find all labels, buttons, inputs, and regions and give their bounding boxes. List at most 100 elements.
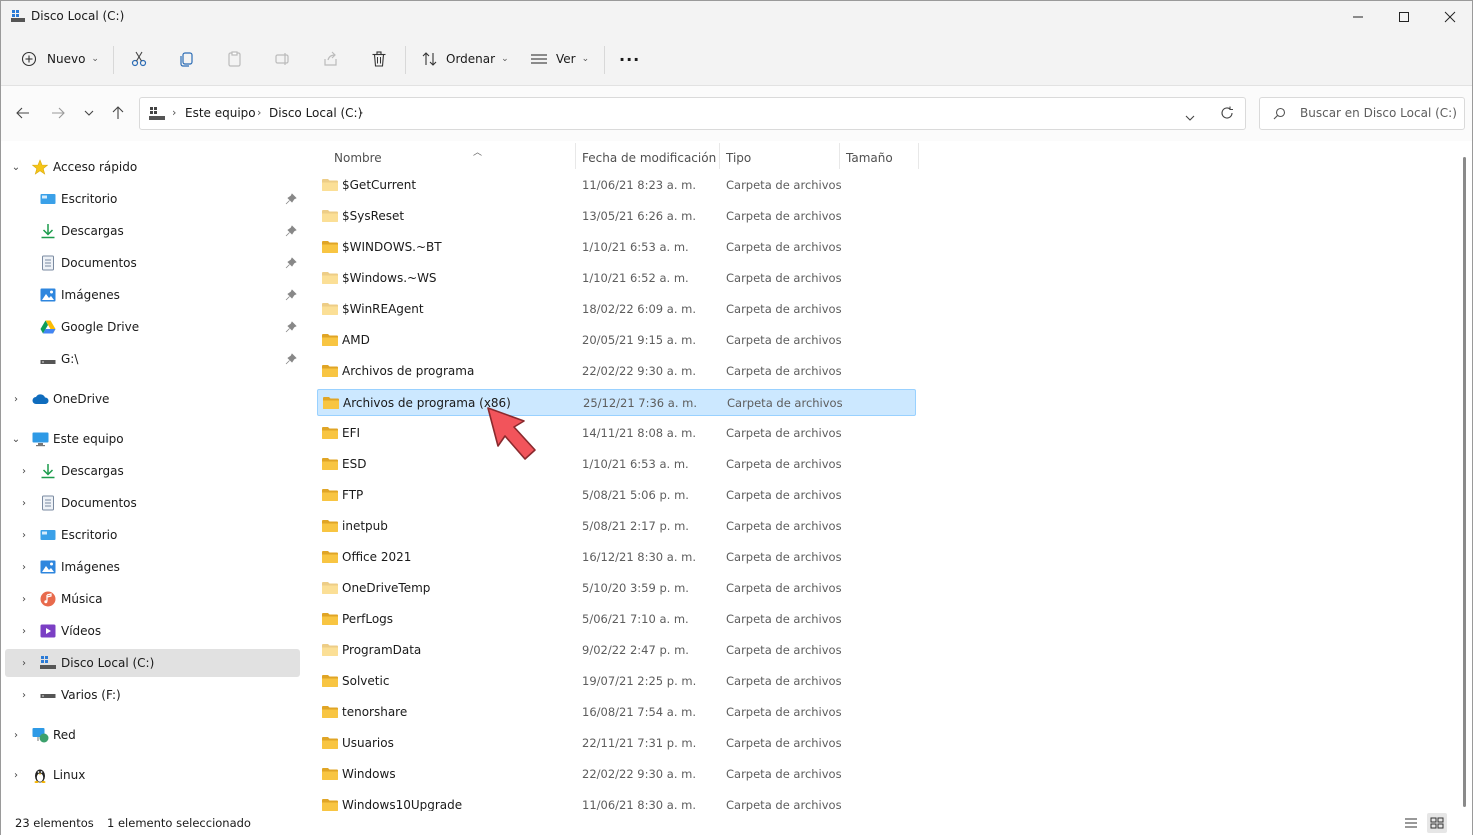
column-divider[interactable] — [918, 143, 919, 169]
table-row[interactable]: inetpub 5/08/21 2:17 p. m. Carpeta de arch… — [317, 513, 916, 540]
details-view-button[interactable] — [1401, 813, 1421, 833]
sidebar-item-drive-f[interactable]: › Varios (F:) — [5, 681, 300, 709]
column-divider[interactable] — [575, 143, 576, 169]
sidebar-item-linux[interactable]: › Linux — [5, 761, 300, 789]
back-button[interactable] — [12, 102, 34, 124]
vertical-scrollbar[interactable] — [1460, 141, 1472, 811]
table-row[interactable]: Solvetic 19/07/21 2:25 p. m. Carpeta de ar… — [317, 668, 916, 695]
rename-button[interactable] — [274, 43, 292, 75]
sidebar-item-local-disk-c[interactable]: › Disco Local (C:) — [5, 649, 300, 677]
file-name: tenorshare — [342, 705, 408, 719]
search-input[interactable]: Buscar en Disco Local (C:) — [1300, 106, 1457, 120]
column-divider[interactable] — [839, 143, 840, 169]
chevron-right-icon[interactable]: › — [19, 530, 29, 541]
chevron-right-icon[interactable]: › — [11, 394, 21, 405]
table-row[interactable]: ProgramData 9/02/22 2:47 p. m. Carpeta de … — [317, 637, 916, 664]
file-type: Carpeta de archivos — [726, 364, 842, 378]
file-date: 1/10/21 6:52 a. m. — [582, 271, 689, 285]
chevron-right-icon[interactable]: › — [19, 658, 29, 669]
table-row[interactable]: PerfLogs 5/06/21 7:10 a. m. Carpeta de arc… — [317, 606, 916, 633]
recent-locations-button[interactable] — [78, 102, 100, 124]
sidebar-item-downloads[interactable]: Descargas — [5, 217, 300, 245]
chevron-down-icon[interactable]: ⌄ — [11, 162, 21, 173]
sidebar-item-drive-g[interactable]: G:\ — [5, 345, 300, 373]
sidebar-item-pc-desktop[interactable]: › Escritorio — [5, 521, 300, 549]
sidebar-item-onedrive[interactable]: › OneDrive — [5, 385, 300, 413]
column-header-size[interactable]: Tamaño — [846, 147, 893, 169]
column-header-name[interactable]: Nombre ︿ — [334, 147, 482, 169]
forward-button[interactable] — [47, 102, 69, 124]
share-icon — [324, 51, 337, 66]
chevron-right-icon[interactable]: › — [19, 690, 29, 701]
file-name: PerfLogs — [342, 612, 394, 626]
item-count: 23 elementos — [15, 816, 94, 830]
table-row[interactable]: Archivos de programa 22/02/22 9:30 a. m. C… — [317, 358, 916, 385]
sidebar-item-pc-pictures[interactable]: › Imágenes — [5, 553, 300, 581]
table-row[interactable]: EFI 14/11/21 8:08 a. m. Carpeta de archivo… — [317, 420, 916, 447]
cut-button[interactable] — [130, 43, 148, 75]
sidebar-item-pc-downloads[interactable]: › Descargas — [5, 457, 300, 485]
chevron-right-icon[interactable]: › — [11, 730, 21, 741]
column-divider[interactable] — [719, 143, 720, 169]
sidebar-item-pc-videos[interactable]: › Vídeos — [5, 617, 300, 645]
table-row[interactable]: Archivos de programa (x86) 25/12/21 7:36 … — [317, 389, 916, 416]
file-date: 25/12/21 7:36 a. m. — [583, 396, 698, 410]
column-header-date[interactable]: Fecha de modificación — [582, 147, 716, 169]
table-row[interactable]: AMD 20/05/21 9:15 a. m. Carpeta de archivo… — [317, 327, 916, 354]
breadcrumb-this-pc[interactable]: Este equipo — [185, 106, 256, 120]
more-options-button[interactable]: ··· — [619, 43, 640, 75]
sort-button[interactable]: Ordenar ⌄ — [421, 43, 509, 75]
sidebar-item-google-drive[interactable]: Google Drive — [5, 313, 300, 341]
sidebar-item-pc-music[interactable]: › Música — [5, 585, 300, 613]
copy-button[interactable] — [178, 43, 196, 75]
table-row[interactable]: $WinREAgent 18/02/22 6:09 a. m. Carpeta de… — [317, 296, 916, 323]
address-bar[interactable]: › Este equipo › Disco Local (C:) › — [139, 97, 1246, 130]
maximize-button[interactable] — [1381, 1, 1427, 33]
refresh-button[interactable] — [1220, 106, 1234, 123]
table-row[interactable]: Office 2021 16/12/21 8:30 a. m. Carpeta de… — [317, 544, 916, 571]
table-row[interactable]: ESD 1/10/21 6:53 a. m. Carpeta de archivos — [317, 451, 916, 478]
pictures-icon — [40, 287, 56, 303]
table-row[interactable]: $SysReset 13/05/21 6:26 a. m. Carpeta de a… — [317, 203, 916, 230]
view-button[interactable]: Ver ⌄ — [530, 43, 589, 75]
column-header-type[interactable]: Tipo — [726, 147, 751, 169]
table-row[interactable]: $GetCurrent 11/06/21 8:23 a. m. Carpeta de… — [317, 172, 916, 199]
folder-icon — [321, 209, 339, 223]
share-button[interactable] — [322, 43, 340, 75]
table-row[interactable]: Usuarios 22/11/21 7:31 p. m. Carpeta de ar… — [317, 730, 916, 757]
delete-button[interactable] — [370, 43, 388, 75]
sidebar-item-pictures[interactable]: Imágenes — [5, 281, 300, 309]
table-row[interactable]: $Windows.~WS 1/10/21 6:52 a. m. Carpeta de… — [317, 265, 916, 292]
table-row[interactable]: FTP 5/08/21 5:06 p. m. Carpeta de archivos — [317, 482, 916, 509]
file-name: OneDriveTemp — [342, 581, 431, 595]
large-icons-view-button[interactable] — [1427, 813, 1447, 833]
up-button[interactable] — [107, 102, 129, 124]
table-row[interactable]: $WINDOWS.~BT 1/10/21 6:53 a. m. Carpeta de… — [317, 234, 916, 261]
breadcrumb-local-disk[interactable]: Disco Local (C:) — [269, 106, 362, 120]
table-row[interactable]: Windows 22/02/22 9:30 a. m. Carpeta de arc… — [317, 761, 916, 788]
close-button[interactable] — [1427, 1, 1473, 33]
scrollbar-thumb[interactable] — [1463, 157, 1466, 807]
chevron-right-icon[interactable]: › — [19, 562, 29, 573]
folder-icon — [321, 457, 339, 471]
chevron-right-icon[interactable]: › — [19, 498, 29, 509]
file-type: Carpeta de archivos — [726, 674, 842, 688]
sidebar-item-this-pc[interactable]: ⌄ Este equipo — [5, 425, 300, 453]
sidebar-item-documents[interactable]: Documentos — [5, 249, 300, 277]
new-button[interactable]: Nuevo ⌄ — [21, 43, 99, 75]
address-history-button[interactable] — [1185, 110, 1195, 124]
sidebar-item-desktop[interactable]: Escritorio — [5, 185, 300, 213]
chevron-right-icon[interactable]: › — [19, 594, 29, 605]
search-box[interactable]: Buscar en Disco Local (C:) — [1259, 97, 1465, 130]
table-row[interactable]: OneDriveTemp 5/10/20 3:59 p. m. Carpeta de… — [317, 575, 916, 602]
chevron-right-icon[interactable]: › — [19, 626, 29, 637]
sidebar-item-quick-access[interactable]: ⌄ Acceso rápido — [5, 153, 300, 181]
table-row[interactable]: tenorshare 16/08/21 7:54 a. m. Carpeta de … — [317, 699, 916, 726]
chevron-right-icon[interactable]: › — [19, 466, 29, 477]
chevron-down-icon[interactable]: ⌄ — [11, 434, 21, 445]
sidebar-item-pc-documents[interactable]: › Documentos — [5, 489, 300, 517]
chevron-right-icon[interactable]: › — [11, 770, 21, 781]
paste-button[interactable] — [226, 43, 244, 75]
minimize-button[interactable] — [1335, 1, 1381, 33]
sidebar-item-network[interactable]: › Red — [5, 721, 300, 749]
